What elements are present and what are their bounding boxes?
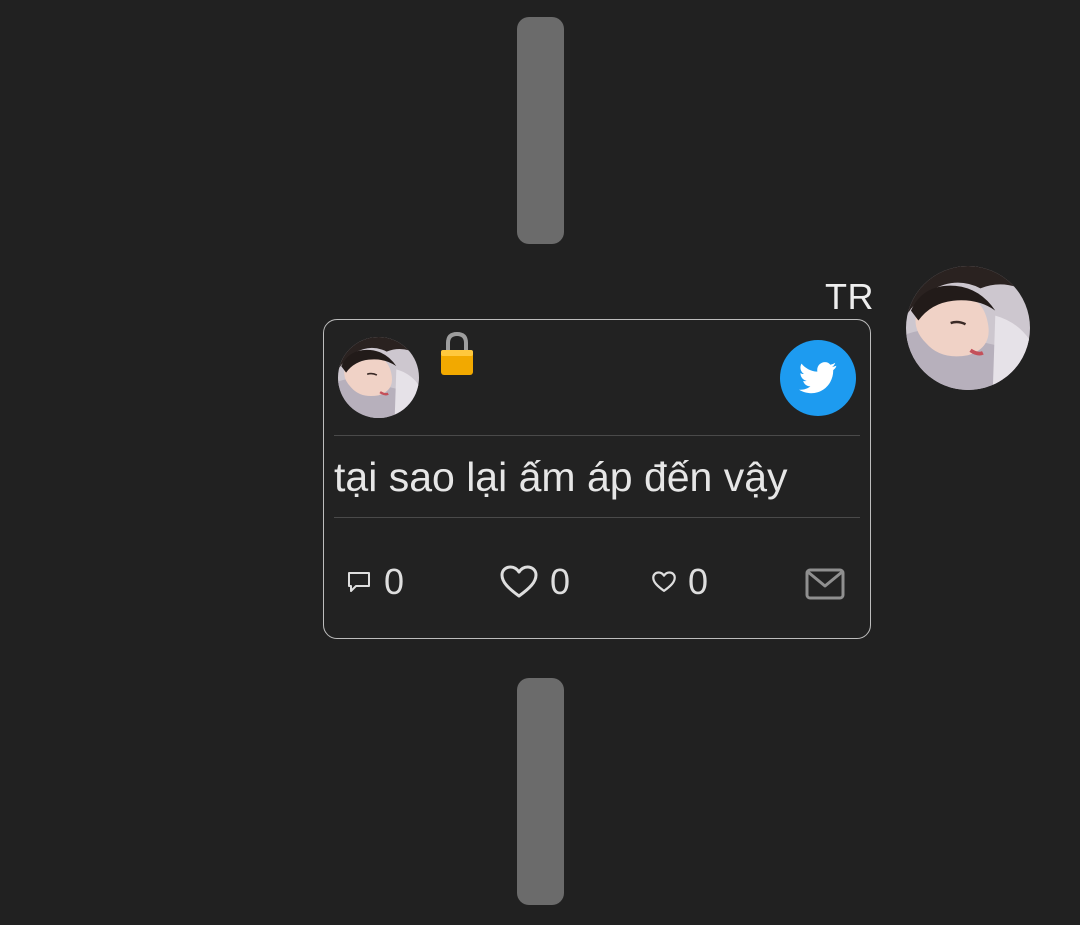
tweet-card[interactable]: tại sao lại ấm áp đến vậy 0 0 0 [323, 319, 871, 639]
mail-button[interactable] [805, 562, 845, 606]
small-like-button[interactable]: 0 [652, 560, 708, 604]
comment-button[interactable]: 0 [346, 560, 404, 604]
heart-icon [500, 565, 538, 598]
avatar-photo-image [906, 266, 1030, 390]
like-button[interactable]: 0 [500, 560, 570, 604]
comment-icon [348, 572, 370, 592]
twitter-share-button[interactable] [780, 340, 856, 416]
message-text: tại sao lại ấm áp đến vậy [334, 454, 788, 500]
small-heart-icon [652, 571, 676, 592]
card-avatar[interactable] [338, 337, 419, 418]
bottom-scroll-bar[interactable] [517, 678, 564, 905]
top-scroll-bar[interactable] [517, 17, 564, 244]
small-like-count: 0 [688, 561, 709, 602]
conversation-screen: TR tại sao lại ấm áp đến vậy 0 0 0 [0, 0, 1080, 925]
sender-avatar[interactable] [906, 266, 1030, 390]
twitter-bird-icon [799, 362, 837, 394]
like-count: 0 [550, 561, 571, 602]
comment-count: 0 [384, 561, 405, 602]
card-divider-top [334, 435, 860, 436]
avatar-photo-image [338, 337, 419, 418]
lock-icon [439, 331, 475, 377]
card-divider-bottom [334, 517, 860, 518]
mail-icon [805, 568, 845, 600]
sender-name: TR [825, 276, 874, 317]
